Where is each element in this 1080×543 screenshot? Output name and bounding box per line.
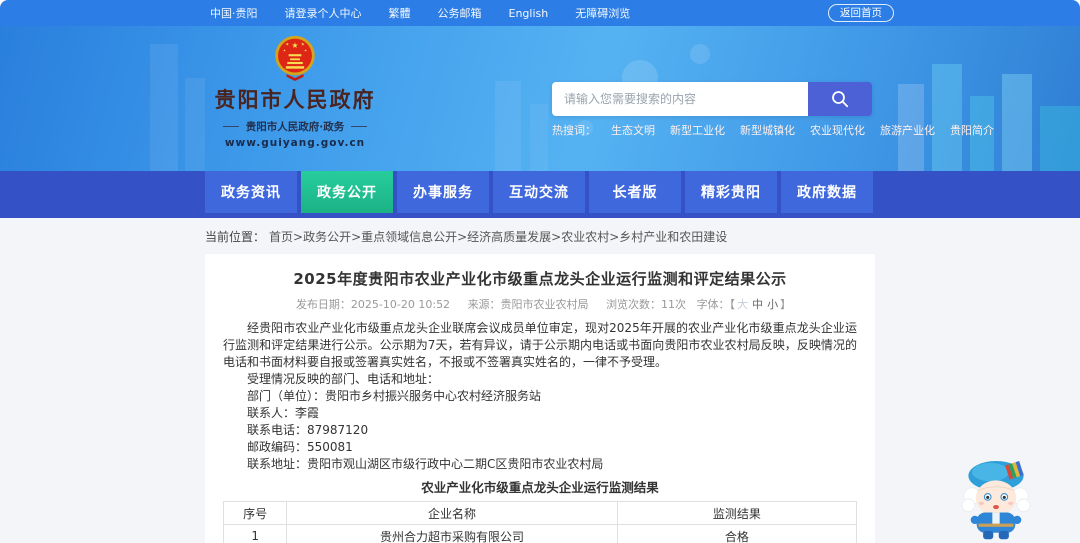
nav-tab-services[interactable]: 办事服务 <box>397 171 489 213</box>
topbar-link-traditional-chinese[interactable]: 繁體 <box>389 5 411 21</box>
svg-text:★: ★ <box>283 48 286 52</box>
article-card: 2025年度贵阳市农业产业化市级重点龙头企业运行监测和评定结果公示 发布日期：2… <box>205 254 875 543</box>
return-home-button[interactable]: 返回首页 <box>828 4 894 22</box>
table-header-result: 监测结果 <box>616 501 858 525</box>
breadcrumb-label: 当前位置： <box>205 229 266 244</box>
search-icon <box>832 91 849 108</box>
topbar-link-english[interactable]: English <box>509 7 549 20</box>
font-size-medium-button[interactable]: 中 <box>752 298 763 311</box>
topbar-link-official-mail[interactable]: 公务邮箱 <box>438 5 482 21</box>
cityscape-decoration <box>150 44 1080 171</box>
table-cell-index: 1 <box>222 524 288 543</box>
table-header-row: 序号 企业名称 监测结果 <box>222 501 858 525</box>
meta-source: 来源：贵阳市农业农村局 <box>467 298 589 311</box>
article-body: 经贵阳市农业产业化市级重点龙头企业联席会议成员单位审定，现对2025年开展的农业… <box>223 320 857 473</box>
national-emblem-icon: ★ ★ ★ ★ ★ <box>275 35 315 81</box>
topbar-links: 中国·贵阳 请登录个人中心 繁體 公务邮箱 English 无障碍浏览 <box>210 0 630 26</box>
results-table: 序号 企业名称 监测结果 1 贵州合力超市采购有限公司 合格 2 贵州友禾种业有… <box>222 501 858 543</box>
hot-search-link-industrialization[interactable]: 新型工业化 <box>670 122 725 138</box>
main-nav-tabs: 政务资讯 政务公开 办事服务 互动交流 长者版 精彩贵阳 政府数据 <box>205 171 873 213</box>
topbar-link-login[interactable]: 请登录个人中心 <box>285 5 362 21</box>
site-url: www.guiyang.gov.cn <box>224 137 366 149</box>
nav-tab-news[interactable]: 政务资讯 <box>205 171 297 213</box>
results-table-caption: 农业产业化市级重点龙头企业运行监测结果 <box>421 480 659 495</box>
font-size-small-button[interactable]: 小 <box>767 298 778 311</box>
contact-line-intro: 受理情况反映的部门、电话和地址： <box>247 372 440 386</box>
table-header-company: 企业名称 <box>286 501 618 525</box>
table-cell-company: 贵州合力超市采购有限公司 <box>286 524 618 543</box>
banner: ★ ★ ★ ★ ★ 贵阳市人民政府 贵阳市人民政府·政务 www.guiyang… <box>0 26 1080 171</box>
font-size-large-button[interactable]: 大 <box>737 298 748 311</box>
hot-search-label: 热搜词： <box>552 124 596 137</box>
contact-line-department: 部门（单位）：贵阳市乡村振兴服务中心农村经济服务站 <box>247 389 542 403</box>
top-bar: 中国·贵阳 请登录个人中心 繁體 公务邮箱 English 无障碍浏览 返回首页 <box>0 0 1080 26</box>
svg-text:★: ★ <box>304 48 307 52</box>
nav-tab-highlights[interactable]: 精彩贵阳 <box>685 171 777 213</box>
contact-line-postcode: 邮政编码：550081 <box>247 440 353 454</box>
nav-tab-elderly-version[interactable]: 长者版 <box>589 171 681 213</box>
table-header-index: 序号 <box>222 501 288 525</box>
meta-views: 浏览次数：11次 <box>606 298 687 311</box>
svg-text:★: ★ <box>285 42 289 47</box>
topbar-link-accessibility[interactable]: 无障碍浏览 <box>575 5 630 21</box>
topbar-link-china-guiyang[interactable]: 中国·贵阳 <box>210 5 258 21</box>
site-logo[interactable]: ★ ★ ★ ★ ★ 贵阳市人民政府 贵阳市人民政府·政务 www.guiyang… <box>206 33 384 149</box>
font-size-label: 字体：【 <box>696 298 736 311</box>
mascot-assistant[interactable] <box>950 450 1042 542</box>
breadcrumb-path[interactable]: 首页>政务公开>重点领域信息公开>经济高质量发展>农业农村>乡村产业和农田建设 <box>269 228 727 245</box>
svg-text:★: ★ <box>301 42 305 47</box>
contact-line-phone: 联系电话：87987120 <box>247 423 369 437</box>
hot-search-bar: 热搜词： 生态文明 新型工业化 新型城镇化 农业现代化 旅游产业化 贵阳简介 <box>552 122 994 138</box>
main-nav: 政务资讯 政务公开 办事服务 互动交流 长者版 精彩贵阳 政府数据 <box>0 171 1080 218</box>
nav-tab-interaction[interactable]: 互动交流 <box>493 171 585 213</box>
meta-publish-date: 发布日期：2025-10-20 10:52 <box>295 298 451 311</box>
site-title: 贵阳市人民政府 <box>214 88 376 112</box>
hot-search-link-tourism[interactable]: 旅游产业化 <box>880 122 935 138</box>
contact-line-address: 联系地址：贵阳市观山湖区市级行政中心二期C区贵阳市农业农村局 <box>247 457 604 471</box>
table-cell-result: 合格 <box>616 524 858 543</box>
breadcrumb: 当前位置： 首页>政务公开>重点领域信息公开>经济高质量发展>农业农村>乡村产业… <box>205 218 727 254</box>
hot-search-link-agriculture[interactable]: 农业现代化 <box>810 122 865 138</box>
nav-tab-gov-data[interactable]: 政府数据 <box>781 171 873 213</box>
search-button[interactable] <box>808 82 872 116</box>
font-size-label-close: 】 <box>780 298 792 311</box>
hot-search-link-urbanization[interactable]: 新型城镇化 <box>740 122 795 138</box>
page: 中国·贵阳 请登录个人中心 繁體 公务邮箱 English 无障碍浏览 返回首页 <box>0 0 1080 543</box>
site-subtitle: 贵阳市人民政府·政务 <box>206 119 384 134</box>
search-input[interactable] <box>552 82 808 116</box>
nav-tab-disclosure[interactable]: 政务公开 <box>301 171 393 213</box>
contact-line-person: 联系人：李霞 <box>247 406 320 420</box>
table-row: 1 贵州合力超市采购有限公司 合格 <box>222 524 858 543</box>
svg-text:★: ★ <box>292 41 299 50</box>
search-box <box>552 82 872 116</box>
hot-search-link-ecology[interactable]: 生态文明 <box>611 122 655 138</box>
article-title: 2025年度贵阳市农业产业化市级重点龙头企业运行监测和评定结果公示 <box>293 270 787 288</box>
hot-search-link-guiyang-intro[interactable]: 贵阳简介 <box>950 122 994 138</box>
article-meta: 发布日期：2025-10-20 10:52 来源：贵阳市农业农村局 浏览次数：1… <box>223 296 857 312</box>
article-paragraph: 经贵阳市农业产业化市级重点龙头企业联席会议成员单位审定，现对2025年开展的农业… <box>223 321 857 369</box>
